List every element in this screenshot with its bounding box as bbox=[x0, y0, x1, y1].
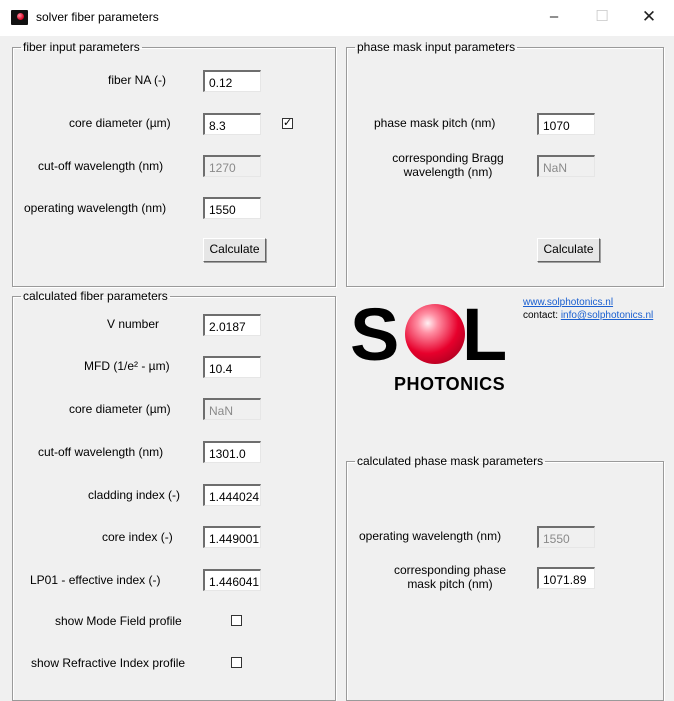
calc-core-diameter-output[interactable]: NaN bbox=[203, 398, 261, 420]
phase-mask-pitch-label: phase mask pitch (nm) bbox=[374, 116, 496, 130]
logo-letter-l: L bbox=[462, 293, 508, 376]
mode-field-checkbox[interactable] bbox=[231, 615, 242, 626]
core-diameter-input[interactable]: 8.3 bbox=[203, 113, 261, 135]
core-index-output[interactable]: 1.449001 bbox=[203, 526, 261, 548]
lp01-index-label: LP01 - effective index (-) bbox=[30, 573, 161, 587]
phase-mask-calculate-button[interactable]: Calculate bbox=[537, 238, 600, 262]
window-title: solver fiber parameters bbox=[36, 10, 159, 24]
refractive-index-label: show Refractive Index profile bbox=[31, 656, 186, 670]
calculated-fiber-legend: calculated fiber parameters bbox=[23, 289, 168, 303]
cutoff-wavelength-input[interactable]: 1270 bbox=[203, 155, 261, 177]
pm-pitch-output[interactable]: 1071.89 bbox=[537, 567, 595, 589]
calc-cutoff-label: cut-off wavelength (nm) bbox=[38, 445, 164, 459]
fiber-na-input[interactable]: 0.12 bbox=[203, 70, 261, 92]
fiber-na-label: fiber NA (-) bbox=[108, 73, 167, 87]
core-diameter-label: core diameter (µm) bbox=[69, 116, 171, 130]
v-number-label: V number bbox=[107, 317, 160, 331]
contact-prefix: contact: bbox=[523, 310, 561, 321]
close-button[interactable]: ✕ bbox=[626, 4, 672, 30]
v-number-output[interactable]: 2.0187 bbox=[203, 314, 261, 336]
fiber-input-legend: fiber input parameters bbox=[23, 40, 140, 54]
cladding-index-output[interactable]: 1.444024 bbox=[203, 484, 261, 506]
logo-photonics-text: PHOTONICS bbox=[394, 374, 506, 394]
core-diameter-checkbox[interactable]: ✓ bbox=[282, 118, 293, 129]
lp01-index-output[interactable]: 1.446041 bbox=[203, 569, 261, 591]
contact-email-link[interactable]: info@solphotonics.nl bbox=[561, 310, 653, 321]
logo-red-sphere bbox=[405, 304, 465, 364]
calc-cutoff-output[interactable]: 1301.0 bbox=[203, 441, 261, 463]
sol-photonics-logo: S L PHOTONICS bbox=[350, 296, 520, 396]
pm-operating-wavelength-label: operating wavelength (nm) bbox=[359, 529, 502, 543]
calc-core-diameter-label: core diameter (µm) bbox=[69, 402, 171, 416]
logo-letter-s: S bbox=[350, 293, 400, 376]
operating-wavelength-input[interactable]: 1550 bbox=[203, 197, 261, 219]
pm-pitch-label: corresponding phase mask pitch (nm) bbox=[393, 563, 507, 591]
minimize-button[interactable]: – bbox=[531, 4, 577, 30]
cutoff-wavelength-label: cut-off wavelength (nm) bbox=[38, 159, 164, 173]
website-link[interactable]: www.solphotonics.nl bbox=[523, 297, 613, 308]
title-bar: solver fiber parameters – ☐ ✕ bbox=[0, 0, 674, 36]
mfd-label: MFD (1/e² - µm) bbox=[84, 359, 170, 373]
calculated-phase-mask-legend: calculated phase mask parameters bbox=[357, 454, 544, 468]
contact-line: contact: info@solphotonics.nl bbox=[523, 310, 653, 321]
phase-mask-pitch-input[interactable]: 1070 bbox=[537, 113, 595, 135]
operating-wavelength-label: operating wavelength (nm) bbox=[24, 201, 167, 215]
pm-operating-wavelength-output[interactable]: 1550 bbox=[537, 526, 595, 548]
maximize-button[interactable]: ☐ bbox=[579, 4, 625, 30]
phase-mask-input-legend: phase mask input parameters bbox=[357, 40, 516, 54]
core-index-label: core index (-) bbox=[102, 530, 173, 544]
mode-field-label: show Mode Field profile bbox=[55, 614, 182, 628]
bragg-wavelength-input[interactable]: NaN bbox=[537, 155, 595, 177]
mfd-output[interactable]: 10.4 bbox=[203, 356, 261, 378]
app-icon bbox=[11, 10, 28, 25]
refractive-index-checkbox[interactable] bbox=[231, 657, 242, 668]
cladding-index-label: cladding index (-) bbox=[88, 488, 181, 502]
fiber-calculate-button[interactable]: Calculate bbox=[203, 238, 266, 262]
bragg-wavelength-label: corresponding Bragg wavelength (nm) bbox=[392, 151, 504, 179]
